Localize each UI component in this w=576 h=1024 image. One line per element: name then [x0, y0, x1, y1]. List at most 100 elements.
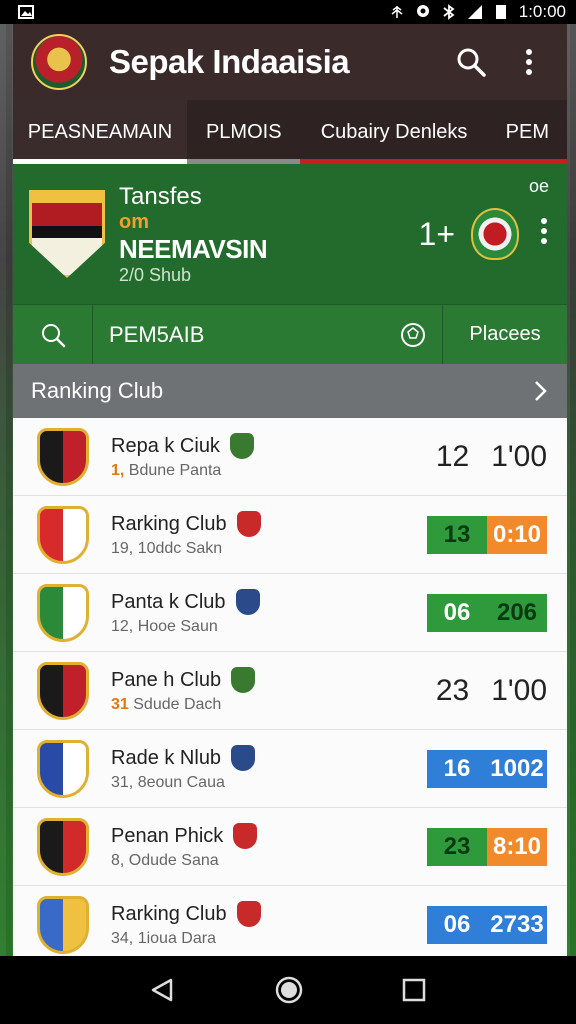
club-subline: 1, Bdune Panta	[111, 462, 427, 480]
location-icon	[416, 5, 429, 17]
match-title: Tansfes	[119, 182, 202, 210]
club-stat-a: 16	[427, 749, 487, 788]
club-stat-a: 06	[427, 593, 487, 632]
ranking-title: Ranking Club	[31, 378, 164, 403]
soccer-ball-icon	[400, 322, 425, 347]
club-row[interactable]: Rade k Nlub 31, 8eoun Caua 16 1002	[13, 730, 567, 808]
club-stat-b: 1'00	[491, 439, 547, 473]
navigation-bar	[0, 956, 576, 1024]
club-location: 12, Hooe Saun	[111, 618, 218, 635]
action-label[interactable]: PEM5AIB	[93, 305, 383, 364]
club-row[interactable]: Repa k Ciuk 1, Bdune Panta 12 1'00	[13, 418, 567, 496]
club-location: 34, 1ioua Dara	[111, 930, 216, 947]
club-stat-a: 23	[427, 827, 487, 866]
club-rank: 1,	[111, 462, 125, 479]
club-badge-icon	[233, 823, 258, 849]
club-crest	[37, 661, 89, 720]
club-stat-b: 1'00	[491, 673, 547, 707]
club-subline: 31 Sdude Dach	[111, 696, 427, 714]
club-name-line: Penan Phick	[111, 823, 427, 849]
club-badge-icon	[235, 589, 260, 615]
match-score: 1+	[418, 215, 455, 252]
club-row[interactable]: Rarking Club 19, 10ddc Sakn 13 0:10	[13, 496, 567, 574]
more-vertical-icon	[541, 217, 547, 244]
club-row[interactable]: Rarking Club 34, 1ioua Dara 06 2733	[13, 886, 567, 956]
club-crest	[37, 583, 89, 642]
club-location: 8, Odude Sana	[111, 852, 219, 869]
action-search-button[interactable]	[13, 305, 93, 364]
signal-tower-icon	[391, 6, 403, 18]
club-name: Pane h Club	[111, 668, 222, 691]
club-stat-a: 06	[427, 905, 487, 944]
ball-button[interactable]	[383, 305, 443, 364]
club-subline: 31, 8eoun Caua	[111, 774, 427, 792]
back-icon[interactable]	[149, 976, 177, 1004]
club-badge-icon	[229, 433, 254, 459]
match-badge: oe	[528, 176, 549, 196]
club-crest	[37, 427, 89, 486]
club-name-line: Panta k Club	[111, 589, 427, 615]
ranking-header[interactable]: Ranking Club	[13, 364, 567, 418]
app-title: Sepak Indaaisia	[109, 43, 350, 80]
club-crest	[37, 817, 89, 876]
team-crest	[29, 190, 105, 278]
action-bar: PEM5AIB Placees	[13, 304, 567, 364]
match-more-button[interactable]	[537, 217, 551, 252]
club-name: Rade k Nlub	[111, 746, 222, 769]
club-badge-icon	[236, 511, 261, 537]
club-badge-icon	[231, 667, 256, 693]
club-crest	[37, 739, 89, 798]
club-rank: 31	[111, 696, 129, 713]
club-location: Bdune Panta	[128, 462, 222, 479]
app-window: Sepak Indaaisia PEASNEAMAIN PLMOIS Cubai…	[13, 24, 567, 956]
status-bar: 1:0:00	[0, 0, 576, 24]
club-stats: 23 8:10	[427, 827, 547, 866]
club-name-line: Rarking Club	[111, 901, 427, 927]
match-meta: 2/0 Shub	[119, 264, 192, 285]
club-name-line: Rade k Nlub	[111, 745, 427, 771]
overflow-menu-button[interactable]	[509, 42, 549, 82]
club-name: Penan Phick	[111, 824, 224, 847]
club-row[interactable]: Panta k Club 12, Hooe Saun 06 206	[13, 574, 567, 652]
club-subline: 19, 10ddc Sakn	[111, 540, 427, 558]
club-name-line: Pane h Club	[111, 667, 427, 693]
club-crest	[37, 505, 89, 564]
club-location: 31, 8eoun Caua	[111, 774, 225, 791]
tab-1[interactable]: PLMOIS	[187, 100, 301, 164]
club-stats: 23 1'00	[427, 674, 547, 708]
club-text: Panta k Club 12, Hooe Saun	[111, 589, 427, 636]
club-badge-icon	[236, 901, 261, 927]
club-stat-a: 23	[435, 673, 470, 707]
match-info: Tansfes om NEEMAVSIN 2/0 Shub	[119, 183, 419, 286]
search-button[interactable]	[451, 42, 491, 82]
club-row[interactable]: Pane h Club 31 Sdude Dach 23 1'00	[13, 652, 567, 730]
club-row[interactable]: Penan Phick 8, Odude Sana 23 8:10	[13, 808, 567, 886]
club-name: Rarking Club	[111, 512, 227, 535]
club-location: 19, 10ddc Sakn	[111, 540, 223, 557]
places-button[interactable]: Placees	[443, 305, 567, 364]
club-name-line: Repa k Ciuk	[111, 433, 427, 459]
search-icon	[457, 48, 486, 77]
tab-0[interactable]: PEASNEAMAIN	[13, 100, 187, 164]
club-badge-icon	[231, 745, 256, 771]
tab-bar: PEASNEAMAIN PLMOIS Cubairy Denleks PEM	[13, 100, 567, 164]
search-icon	[41, 323, 65, 347]
club-stat-b: 1002	[487, 749, 547, 788]
club-list: Repa k Ciuk 1, Bdune Panta 12 1'00 Rarking C…	[13, 418, 567, 956]
battery-icon	[495, 5, 506, 19]
club-text: Rarking Club 19, 10ddc Sakn	[111, 511, 427, 558]
club-text: Penan Phick 8, Odude Sana	[111, 823, 427, 870]
club-name: Rarking Club	[111, 902, 227, 925]
club-stats: 12 1'00	[427, 440, 547, 474]
tab-3[interactable]: PEM	[487, 100, 567, 164]
club-subline: 12, Hooe Saun	[111, 618, 427, 636]
app-bar: Sepak Indaaisia	[13, 24, 567, 100]
chevron-right-icon	[535, 381, 547, 401]
club-stat-b: 2733	[487, 905, 547, 944]
match-team: NEEMAVSIN	[119, 233, 268, 264]
club-text: Repa k Ciuk 1, Bdune Panta	[111, 433, 427, 480]
home-icon[interactable]	[274, 975, 304, 1005]
match-card[interactable]: Tansfes om NEEMAVSIN 2/0 Shub 1+ oe	[13, 164, 567, 304]
tab-2[interactable]: Cubairy Denleks	[300, 100, 488, 164]
recents-icon[interactable]	[401, 977, 427, 1003]
